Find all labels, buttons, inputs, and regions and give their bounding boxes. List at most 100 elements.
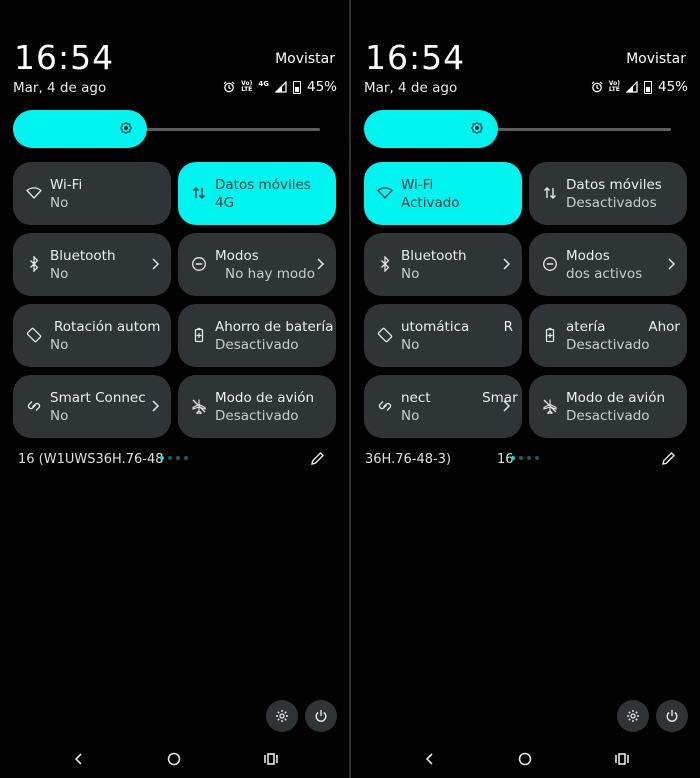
mobile-data-icon xyxy=(193,187,205,199)
brightness-track[interactable] xyxy=(471,128,671,131)
alarm-icon xyxy=(591,81,603,93)
brightness-icon xyxy=(470,121,484,135)
home-icon[interactable] xyxy=(167,752,181,766)
tile-title: Modos xyxy=(566,248,610,264)
date: Mar, 4 de ago xyxy=(364,80,458,96)
tile-title: Wi-Fi xyxy=(50,177,83,193)
tile-airplane-mode[interactable]: Modo de avión Desactivado xyxy=(178,375,336,438)
wifi-icon xyxy=(26,187,42,199)
tile-modes[interactable]: Modos dos activos xyxy=(529,233,687,296)
modes-icon xyxy=(543,257,557,271)
volte-icon: Vo) LTE xyxy=(241,80,253,93)
smart-connect-icon xyxy=(27,401,41,411)
tile-modes[interactable]: Modos No hay modo xyxy=(178,233,336,296)
back-icon[interactable] xyxy=(72,752,86,766)
smart-connect-icon xyxy=(378,401,392,411)
tile-smart-connect[interactable]: nect Smar No xyxy=(364,375,522,438)
settings-button[interactable] xyxy=(617,700,649,732)
tile-wifi[interactable]: Wi-Fi Activado xyxy=(364,162,522,225)
tile-title: atería Ahor xyxy=(566,319,680,335)
edit-pencil-icon[interactable] xyxy=(661,451,676,466)
tile-subtitle: Desactivado xyxy=(566,408,650,424)
battery-saver-icon xyxy=(194,327,204,343)
navigation-bar xyxy=(351,748,700,770)
modes-icon xyxy=(192,257,206,271)
tile-wifi[interactable]: Wi-Fi No xyxy=(13,162,171,225)
tile-subtitle: 4G xyxy=(215,195,235,211)
tile-battery-saver[interactable]: Ahorro de batería Desactivado xyxy=(178,304,336,367)
tile-title: Bluetooth xyxy=(401,248,467,264)
bluetooth-icon xyxy=(381,256,390,272)
tile-subtitle: No hay modo xyxy=(225,266,315,282)
tile-title: Datos móviles xyxy=(215,177,311,193)
page-dot xyxy=(519,456,523,460)
battery-level: 45% xyxy=(657,79,688,95)
tile-subtitle: No xyxy=(401,337,420,353)
tile-smart-connect[interactable]: Smart Connec No xyxy=(13,375,171,438)
tile-subtitle: Desactivados xyxy=(566,195,657,211)
rotation-icon xyxy=(26,327,42,343)
chevron-right-icon xyxy=(152,400,160,412)
power-button[interactable] xyxy=(656,700,688,732)
mobile-data-icon xyxy=(544,187,556,199)
page-dot xyxy=(176,456,180,460)
tile-auto-rotate[interactable]: Rotación autom No xyxy=(13,304,171,367)
quick-settings-panel-left: 16:54 Movistar Mar, 4 de ago Vo) LTE 4G 4… xyxy=(0,0,349,778)
edit-pencil-icon[interactable] xyxy=(310,451,325,466)
tile-title: Modos xyxy=(215,248,259,264)
chevron-right-icon xyxy=(503,258,511,270)
chevron-right-icon xyxy=(152,258,160,270)
network-type: 4G xyxy=(258,80,269,88)
chevron-right-icon xyxy=(668,258,676,270)
tile-subtitle: No xyxy=(50,337,69,353)
tile-mobile-data[interactable]: Datos móviles Desactivados xyxy=(529,162,687,225)
tile-bluetooth[interactable]: Bluetooth No xyxy=(13,233,171,296)
battery-icon xyxy=(292,80,301,94)
build-number: 36H.76-48-3) xyxy=(365,452,452,467)
tile-subtitle: No xyxy=(50,408,69,424)
battery-icon xyxy=(643,80,652,94)
tile-subtitle: No xyxy=(401,266,420,282)
page-dot xyxy=(535,456,539,460)
chevron-right-icon xyxy=(317,258,325,270)
tile-title: nect Smar xyxy=(401,390,518,406)
page-dot xyxy=(184,456,188,460)
volte-icon: Vo) LTE xyxy=(608,80,620,93)
tile-subtitle: No xyxy=(50,266,69,282)
tile-title: Bluetooth xyxy=(50,248,116,264)
tile-subtitle: No xyxy=(50,195,69,211)
tile-subtitle: Desactivado xyxy=(215,408,299,424)
settings-button[interactable] xyxy=(266,700,298,732)
gear-icon xyxy=(627,710,639,722)
tile-title: Modo de avión xyxy=(566,390,666,406)
brightness-icon xyxy=(119,121,133,135)
airplane-icon xyxy=(192,399,206,414)
chevron-right-icon xyxy=(503,400,511,412)
home-icon[interactable] xyxy=(518,752,532,766)
tile-auto-rotate[interactable]: utomática R No xyxy=(364,304,522,367)
power-icon xyxy=(315,710,327,722)
tile-title: Modo de avión xyxy=(215,390,315,406)
alarm-icon xyxy=(223,81,235,93)
tile-subtitle: Desactivado xyxy=(566,337,650,353)
tile-title: utomática R xyxy=(401,319,513,335)
brightness-track[interactable] xyxy=(120,128,320,131)
tile-subtitle: Desactivado xyxy=(215,337,299,353)
tile-mobile-data[interactable]: Datos móviles 4G xyxy=(178,162,336,225)
build-number: 16 (W1UWS36H.76-48 xyxy=(18,452,164,467)
page-dot xyxy=(168,456,172,460)
tile-battery-saver[interactable]: atería Ahor Desactivado xyxy=(529,304,687,367)
airplane-icon xyxy=(543,399,557,414)
tile-title: Ahorro de batería xyxy=(215,319,334,335)
recents-icon[interactable] xyxy=(615,752,629,766)
back-icon[interactable] xyxy=(423,752,437,766)
tile-airplane-mode[interactable]: Modo de avión Desactivado xyxy=(529,375,687,438)
signal-icon xyxy=(625,81,638,93)
tile-subtitle: dos activos xyxy=(566,266,643,282)
recents-icon[interactable] xyxy=(264,752,278,766)
power-button[interactable] xyxy=(305,700,337,732)
page-dot xyxy=(511,456,515,460)
tile-bluetooth[interactable]: Bluetooth No xyxy=(364,233,522,296)
status-icons: Vo) LTE 45% xyxy=(591,79,688,95)
tile-title: Datos móviles xyxy=(566,177,662,193)
